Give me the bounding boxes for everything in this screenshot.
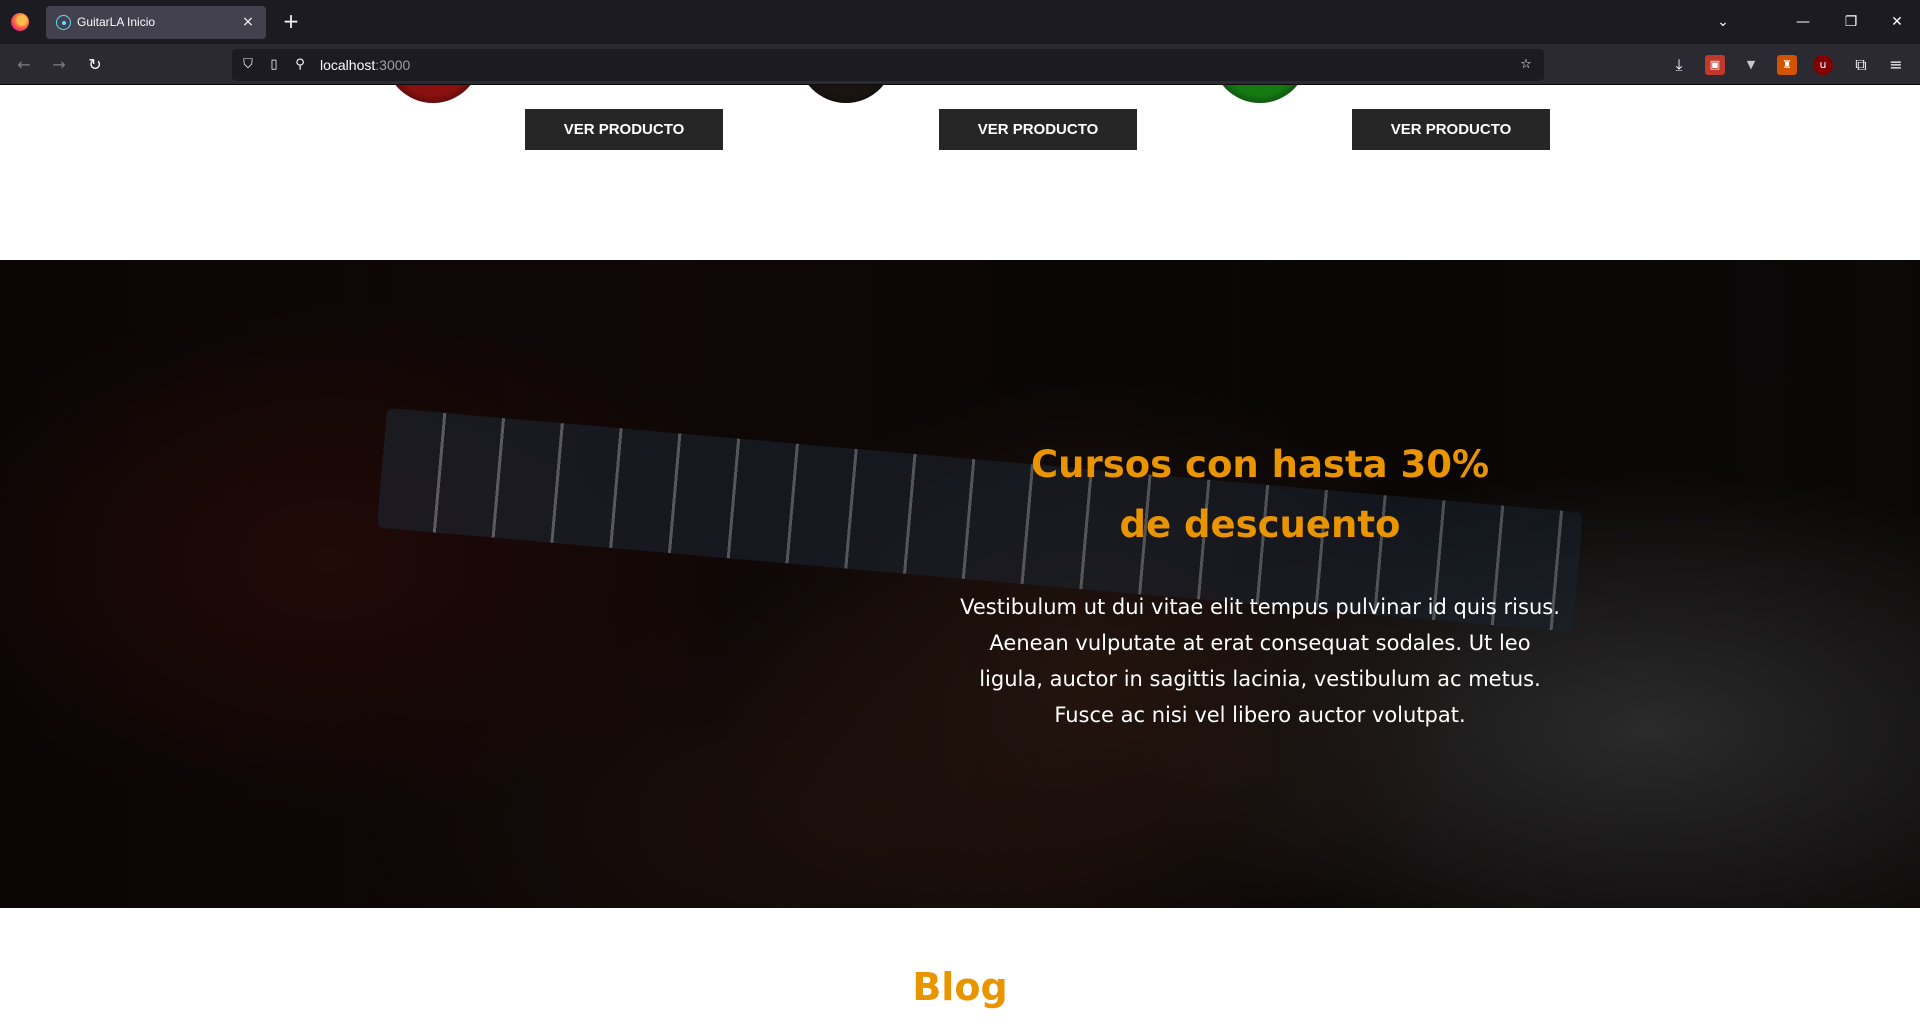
product-guitar-image (1212, 85, 1308, 103)
minimize-window-icon[interactable]: — (1790, 10, 1816, 34)
forward-arrow-icon[interactable]: → (47, 53, 71, 77)
extension-v-icon[interactable]: ▼ (1741, 55, 1761, 75)
ublock-origin-icon[interactable]: u (1813, 55, 1833, 75)
url-bar[interactable]: ⛉ ▯ ⚲ localhost:3000 ☆ (232, 49, 1544, 81)
browser-tab-active[interactable]: GuitarLA Inicio × (46, 6, 266, 39)
page-icon[interactable]: ▯ (266, 57, 282, 73)
url-text[interactable]: localhost:3000 (320, 57, 410, 73)
product-guitar-image (798, 85, 894, 103)
courses-promo-section: Cursos con hasta 30% de descuento Vestib… (0, 260, 1920, 908)
reload-icon[interactable]: ↻ (83, 53, 107, 77)
product-guitar-image (385, 85, 481, 103)
extension-figure-icon[interactable]: ♜ (1777, 55, 1797, 75)
page-content: Ver Producto Ver Producto Ver Producto C… (0, 85, 1920, 1032)
download-icon[interactable]: ⤓ (1667, 53, 1691, 77)
ver-producto-button[interactable]: Ver Producto (525, 109, 723, 150)
ver-producto-button[interactable]: Ver Producto (939, 109, 1137, 150)
extension-red-icon[interactable]: ▣ (1705, 55, 1725, 75)
browser-navbar: ← → ↻ ⛉ ▯ ⚲ localhost:3000 ☆ ⤓ ▣ ▼ ♜ u ⧉… (0, 44, 1920, 85)
react-favicon-icon (56, 15, 71, 30)
new-tab-button[interactable]: + (280, 11, 302, 33)
list-all-tabs-icon[interactable]: ⌄ (1710, 10, 1736, 34)
close-window-icon[interactable]: ✕ (1884, 10, 1910, 34)
firefox-logo-icon[interactable] (11, 13, 29, 31)
ver-producto-button[interactable]: Ver Producto (1352, 109, 1550, 150)
bookmark-star-icon[interactable]: ☆ (1518, 57, 1534, 73)
promo-text: Vestibulum ut dui vitae elit tempus pulv… (960, 595, 1560, 727)
back-arrow-icon[interactable]: ← (12, 53, 36, 77)
shield-icon[interactable]: ⛉ (240, 57, 256, 73)
menu-icon[interactable]: ≡ (1884, 53, 1908, 77)
tab-close-icon[interactable]: × (238, 12, 258, 32)
blog-heading: Blog (912, 965, 1008, 1009)
promo-title: Cursos con hasta 30% de descuento (1030, 443, 1490, 546)
extensions-icon[interactable]: ⧉ (1849, 53, 1873, 77)
browser-tabbar: GuitarLA Inicio × + ⌄ — ❐ ✕ (0, 0, 1920, 44)
tab-title: GuitarLA Inicio (77, 15, 156, 29)
site-permissions-icon[interactable]: ⚲ (292, 57, 308, 73)
promo-content: Cursos con hasta 30% de descuento Vestib… (960, 260, 1560, 908)
restore-window-icon[interactable]: ❐ (1838, 10, 1864, 34)
